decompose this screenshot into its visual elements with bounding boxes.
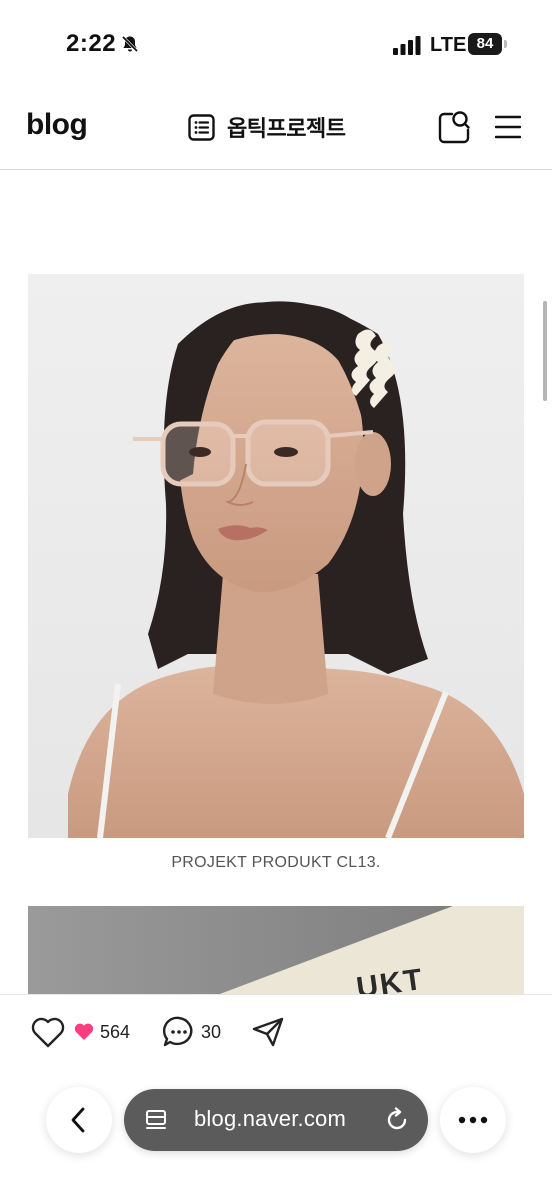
network-label: LTE	[430, 34, 467, 56]
battery-indicator: 84	[468, 33, 508, 55]
comment-icon[interactable]	[162, 1015, 196, 1049]
tabs-icon	[146, 1110, 166, 1129]
action-bar: 564 30 blog.naver.com	[0, 994, 552, 1200]
address-bar[interactable]: blog.naver.com	[124, 1089, 428, 1151]
battery-cap	[504, 40, 507, 48]
share-icon[interactable]	[251, 1017, 285, 1047]
bell-muted-icon	[121, 35, 139, 53]
more-button[interactable]	[440, 1087, 506, 1153]
scrollbar[interactable]	[543, 301, 547, 401]
comment-count[interactable]: 30	[201, 1022, 221, 1043]
list-icon	[188, 113, 215, 141]
heart-filled-icon	[74, 1023, 94, 1040]
like-summary[interactable]: 564	[74, 1020, 130, 1044]
back-icon	[71, 1107, 85, 1133]
battery-level: 84	[468, 33, 502, 55]
menu-icon[interactable]	[495, 115, 521, 139]
heart-outline-icon[interactable]	[30, 1015, 66, 1049]
back-button[interactable]	[46, 1087, 112, 1153]
like-count: 564	[100, 1021, 131, 1042]
card-illustration: UKT	[28, 906, 524, 994]
search-icon[interactable]	[438, 110, 470, 144]
blog-title: 옵틱프로젝트	[227, 116, 346, 141]
product-photo-model[interactable]	[28, 274, 524, 838]
signal-icon	[393, 36, 421, 55]
more-icon	[458, 1116, 488, 1124]
blog-logo[interactable]: blog	[26, 108, 88, 142]
blog-header: blog 옵틱프로젝트	[0, 90, 552, 170]
photo-caption: PROJEKT PRODUKT CL13.	[171, 854, 381, 871]
product-photo-card[interactable]: UKT	[28, 906, 524, 994]
url-text[interactable]: blog.naver.com	[194, 1106, 346, 1132]
status-bar: 2:22 LTE 84	[0, 0, 552, 90]
status-time: 2:22	[66, 30, 117, 57]
post-content[interactable]: PROJEKT PRODUKT CL13. UKT	[0, 171, 552, 994]
model-illustration	[28, 274, 524, 838]
reload-icon[interactable]	[384, 1107, 410, 1133]
blog-title-link[interactable]: 옵틱프로젝트	[188, 112, 346, 142]
